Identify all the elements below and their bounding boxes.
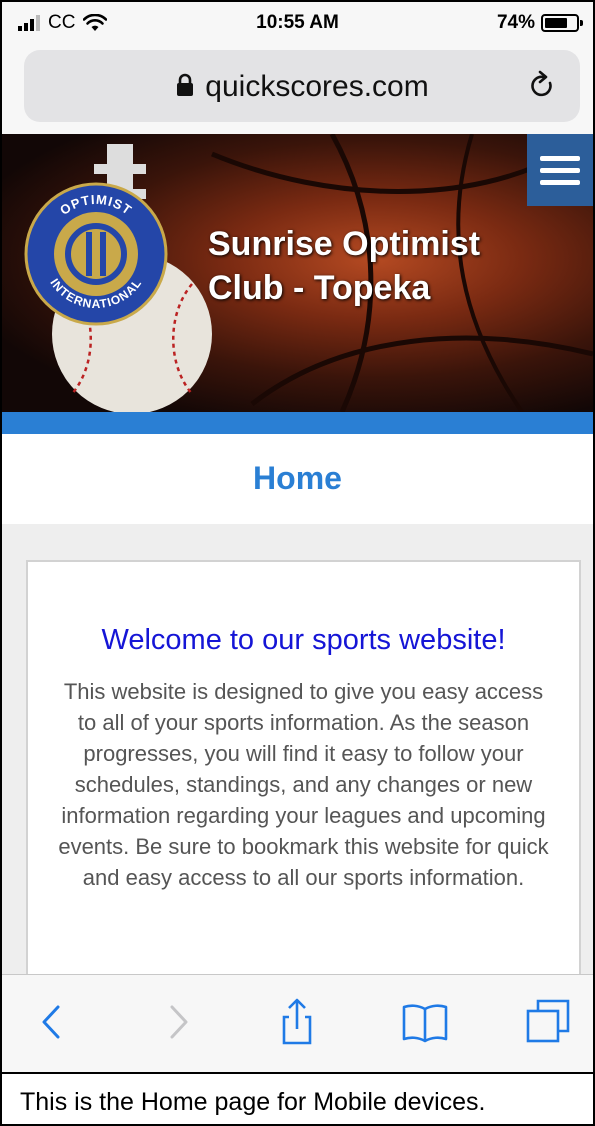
- lock-icon: [177, 73, 194, 97]
- browser-toolbar: [2, 974, 593, 1072]
- battery-percent: 74%: [496, 12, 535, 33]
- page-title: Home: [2, 434, 593, 524]
- status-right: 74%: [496, 12, 583, 34]
- status-bar: CC 10:55 AM 74%: [2, 2, 593, 46]
- menu-icon-bar: [540, 179, 580, 185]
- hamburger-menu-button[interactable]: [527, 134, 593, 206]
- club-banner: OPTIMIST INTERNATIONAL Sunrise Optimist …: [2, 134, 593, 412]
- caption-divider: [2, 1072, 593, 1074]
- welcome-description: This website is designed to give you eas…: [58, 679, 549, 890]
- browser-address-area: quickscores.com: [2, 46, 593, 134]
- back-icon[interactable]: [28, 997, 78, 1047]
- url-text: quickscores.com: [205, 70, 429, 103]
- url-display[interactable]: quickscores.com: [24, 70, 580, 104]
- content-area: Welcome to our sports website! This webs…: [2, 524, 593, 990]
- accent-strip: [2, 412, 593, 434]
- reload-icon[interactable]: [528, 70, 556, 102]
- bookmarks-icon[interactable]: [400, 997, 450, 1047]
- menu-icon-bar: [540, 167, 580, 173]
- club-title: Sunrise Optimist Club - Topeka: [208, 225, 481, 307]
- share-icon[interactable]: [272, 997, 322, 1047]
- forward-icon[interactable]: [152, 997, 202, 1047]
- welcome-card: Welcome to our sports website! This webs…: [26, 560, 581, 990]
- screenshot-caption: This is the Home page for Mobile devices…: [20, 1088, 486, 1116]
- menu-icon-bar: [540, 155, 580, 161]
- tabs-icon[interactable]: [524, 997, 574, 1047]
- screenshot-frame: CC 10:55 AM 74% quickscores.com OPTIMIST…: [0, 0, 595, 1126]
- welcome-title: Welcome to our sports website!: [101, 624, 506, 656]
- optimist-international-logo: OPTIMIST INTERNATIONAL: [24, 182, 168, 326]
- battery-icon: [541, 14, 583, 32]
- address-bar[interactable]: quickscores.com: [24, 50, 580, 122]
